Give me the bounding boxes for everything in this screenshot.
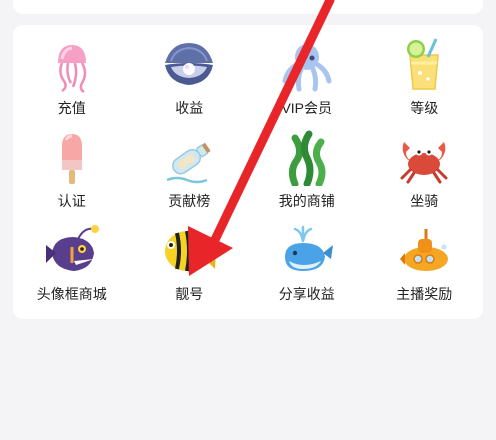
grid-item-earnings[interactable]: 收益 xyxy=(131,37,249,130)
grid-item-vip[interactable]: VIP会员 xyxy=(248,37,366,130)
whale-icon xyxy=(279,223,335,279)
grid-item-label: 头像框商城 xyxy=(36,286,107,302)
message-bottle-icon xyxy=(161,130,217,186)
grid-item-level[interactable]: 等级 xyxy=(366,37,484,130)
grid-item-label: 认证 xyxy=(57,193,86,209)
crab-icon xyxy=(396,130,452,186)
lemonade-drink-icon xyxy=(396,37,452,93)
grid-item-avatar-frame-mall[interactable]: 头像框商城 xyxy=(13,223,131,316)
grid-item-label: 贡献榜 xyxy=(168,193,211,209)
anglerfish-icon xyxy=(44,223,100,279)
grid-item-share-earnings[interactable]: 分享收益 xyxy=(248,223,366,316)
submarine-icon xyxy=(396,223,452,279)
grid-item-label: 主播奖励 xyxy=(396,286,453,302)
pearl-shell-icon xyxy=(161,37,217,93)
features-card: 充值 收益 VIP会员 等级 认证 贡献榜 我的商铺 坐骑 头像框商城 靓号 分… xyxy=(13,25,483,319)
grid-item-contribution-ranking[interactable]: 贡献榜 xyxy=(131,130,249,223)
grid-item-host-rewards[interactable]: 主播奖励 xyxy=(366,223,484,316)
grid-item-label: 坐骑 xyxy=(410,193,439,209)
grid-item-label: 收益 xyxy=(175,100,204,116)
yellow-fish-icon xyxy=(161,223,218,279)
grid-item-label: 充值 xyxy=(57,100,86,116)
grid-item-my-shop[interactable]: 我的商铺 xyxy=(248,130,366,223)
grid-item-mount[interactable]: 坐骑 xyxy=(366,130,484,223)
octopus-icon xyxy=(279,37,335,93)
jellyfish-icon xyxy=(44,37,100,93)
grid-item-label: VIP会员 xyxy=(281,100,333,116)
grid-item-label: 靓号 xyxy=(175,286,204,302)
grid-item-label: 我的商铺 xyxy=(278,193,335,209)
grid-item-label: 等级 xyxy=(410,100,439,116)
grid-item-recharge[interactable]: 充值 xyxy=(13,37,131,130)
seaweed-icon xyxy=(279,130,335,186)
grid-item-label: 分享收益 xyxy=(278,286,335,302)
popsicle-icon xyxy=(44,130,100,186)
grid-item-verification[interactable]: 认证 xyxy=(13,130,131,223)
features-grid: 充值 收益 VIP会员 等级 认证 贡献榜 我的商铺 坐骑 头像框商城 靓号 分… xyxy=(13,25,483,319)
grid-item-premium-number[interactable]: 靓号 xyxy=(131,223,249,316)
top-card xyxy=(13,0,483,14)
